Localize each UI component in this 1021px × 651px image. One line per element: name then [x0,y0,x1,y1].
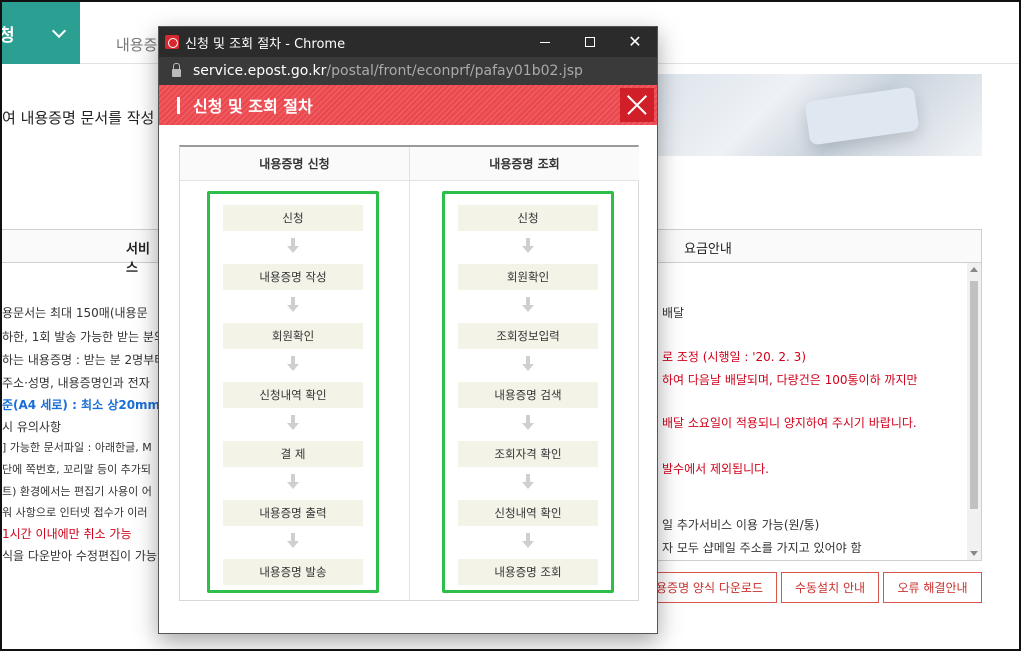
popup-header: 신청 및 조회 절차 [159,85,657,125]
header-accent-bar [177,96,180,114]
arrow-down-icon [287,297,299,313]
inquiry-column-header: 내용증명 조회 [410,147,639,181]
service-line: 시 유의사항 [2,420,62,434]
inquiry-step: 신청 [458,205,598,231]
fee-line: 로 조정 (시행일 : '20. 2. 3) [662,350,807,364]
manual-install-button[interactable]: 수동설치 안내 [781,572,879,603]
lock-icon [172,63,181,77]
arrow-down-icon [287,356,299,372]
fee-line: 배달 [662,306,685,320]
arrow-down-icon [522,474,534,490]
minimize-button[interactable] [522,27,568,57]
inquiry-step: 조회자격 확인 [458,441,598,467]
service-line: 준(A4 세로) : 최소 상20mm, [2,398,165,412]
error-guide-button[interactable]: 오류 해결안내 [883,572,982,603]
inquiry-step: 내용증명 조회 [458,559,598,585]
service-line: 주소·성명, 내용증명인과 전자 [2,376,150,390]
epost-logo-icon [165,35,179,49]
service-line: 1시간 이내에만 취소 가능 [2,527,132,541]
panel-scrollbar[interactable] [967,263,981,560]
service-line: 하는 내용증명 : 받는 분 2명부터 [2,353,166,367]
arrow-down-icon [522,238,534,254]
minimize-icon [540,41,550,43]
window-title: 신청 및 조회 절차 - Chrome [185,36,346,52]
apply-menu-button[interactable]: 청 [2,2,80,64]
service-line: 트) 환경에서는 편집기 사용이 어 [2,485,152,498]
service-line: 용문서는 최대 150매(내용문 [2,306,148,320]
service-line: 워 사항으로 인터넷 접수가 이러 [2,506,148,519]
procedure-table: 내용증명 신청 내용증명 조회 신청 내용증명 작성 회원확인 신청내역 확인 … [179,145,639,601]
apply-step: 내용증명 출력 [223,500,363,526]
tab-fee-info-label: 요금안내 [684,242,732,257]
apply-step: 신청내역 확인 [223,382,363,408]
inquiry-step: 회원확인 [458,264,598,290]
arrow-down-icon [287,533,299,549]
apply-step: 회원확인 [223,323,363,349]
apply-step: 내용증명 발송 [223,559,363,585]
apply-step: 신청 [223,205,363,231]
arrow-down-icon [522,356,534,372]
service-line: 식을 다운받아 수정편집이 가능 [2,549,157,563]
fee-line: 하여 다음날 배달되며, 다량건은 100통이하 까지만 [662,373,918,387]
window-close-button[interactable]: ✕ [612,27,658,57]
hero-image [657,74,982,156]
nav-tab-content-cert[interactable]: 내용증 [116,34,157,55]
apply-menu-label: 청 [0,25,15,46]
service-line: 단에 쪽번호, 꼬리말 등이 추가되 [2,463,152,476]
arrow-down-icon [522,415,534,431]
tab-fee-info[interactable]: 요금안내 [657,229,982,263]
screen-frame: 청 내용증 여 내용증명 문서를 작성 발송 서비스 요금안내 용문서는 최대 … [0,0,1021,651]
form-download-button[interactable]: 용증명 양식 다운로드 [642,572,777,603]
scroll-thumb[interactable] [970,281,978,509]
service-line: 하한, 1회 발송 가능한 받는 분의 [2,330,166,344]
chevron-down-icon [51,23,67,39]
scroll-up-icon[interactable] [970,267,978,272]
arrow-down-icon [287,474,299,490]
url-host: service.epost.go.kr [193,63,327,79]
tab-service[interactable]: 서비스 [2,229,162,276]
fee-line: 자 모두 샵메일 주소를 가지고 있어야 함 [662,541,862,555]
service-line: ] 가능한 문서파일 : 아래한글, M [2,441,152,454]
apply-column-header: 내용증명 신청 [180,147,409,181]
apply-step: 결 제 [223,441,363,467]
window-titlebar[interactable]: 신청 및 조회 절차 - Chrome ✕ [159,27,657,57]
arrow-down-icon [287,415,299,431]
scroll-down-icon[interactable] [970,551,978,556]
tab-service-label: 서비스 [126,242,150,276]
fee-line: 일 추가서비스 이용 가능(원/통) [662,518,820,532]
apply-steps-box: 신청 내용증명 작성 회원확인 신청내역 확인 결 제 내용증명 출력 내용증명… [207,191,379,593]
fee-line: 배달 소요일이 적용되니 양지하여 주시기 바랍니다. [662,416,917,430]
popup-title: 신청 및 조회 절차 [193,97,313,116]
inquiry-step: 신청내역 확인 [458,500,598,526]
maximize-button[interactable] [567,27,613,57]
maximize-icon [585,37,595,47]
popup-window: 신청 및 조회 절차 - Chrome ✕ service.epost.go.k… [158,26,658,634]
arrow-down-icon [287,238,299,254]
inquiry-step: 조회정보입력 [458,323,598,349]
address-bar[interactable]: service.epost.go.kr/postal/front/econprf… [159,57,657,85]
apply-step: 내용증명 작성 [223,264,363,290]
fee-line: 발수에서 제외됩니다. [662,462,769,476]
arrow-down-icon [522,533,534,549]
column-divider [409,147,410,600]
close-icon: ✕ [628,32,642,51]
inquiry-step: 내용증명 검색 [458,382,598,408]
url-path: /postal/front/econprf/pafay01b02.jsp [326,63,583,79]
inquiry-steps-box: 신청 회원확인 조회정보입력 내용증명 검색 조회자격 확인 신청내역 확인 내… [442,191,614,593]
arrow-down-icon [522,297,534,313]
popup-close-button[interactable] [620,88,654,122]
